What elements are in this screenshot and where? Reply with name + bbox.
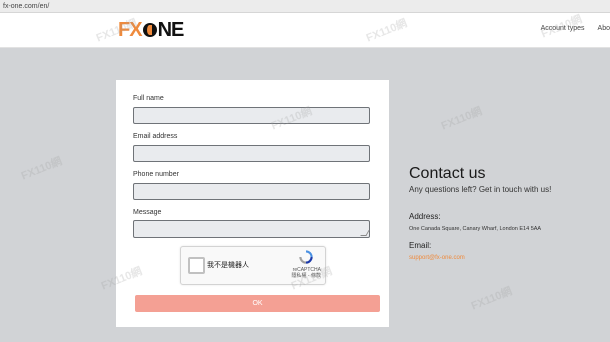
logo-ne-text: NE xyxy=(157,18,185,41)
recaptcha-privacy-links[interactable]: 隱私權 - 條款 xyxy=(292,273,321,279)
watermark: FX110網 xyxy=(469,285,514,313)
watermark: FX110網 xyxy=(19,155,64,183)
recaptcha-checkbox[interactable] xyxy=(188,257,205,274)
phone-input[interactable] xyxy=(133,183,370,200)
full-name-input[interactable] xyxy=(133,107,370,124)
contact-form: Full name Email address Phone number Mes… xyxy=(116,80,389,327)
email-info-label: Email: xyxy=(409,241,432,250)
nav-account-types[interactable]: Account types xyxy=(541,25,585,32)
recaptcha-widget: 我不是機器人 reCAPTCHA 隱私權 - 條款 xyxy=(180,246,326,285)
message-textarea[interactable] xyxy=(133,220,370,238)
recaptcha-label: 我不是機器人 xyxy=(207,262,249,269)
email-input[interactable] xyxy=(133,145,370,162)
full-name-label: Full name xyxy=(133,95,164,102)
logo-mark-icon xyxy=(142,23,157,37)
nav-about[interactable]: Abo xyxy=(598,25,610,32)
recaptcha-branding: reCAPTCHA 隱私權 - 條款 xyxy=(292,267,321,279)
watermark: FX110網 xyxy=(439,105,484,133)
phone-label: Phone number xyxy=(133,171,179,178)
message-label: Message xyxy=(133,209,162,216)
address-value: One Canada Square, Canary Wharf, London … xyxy=(409,226,542,232)
support-email-link[interactable]: support@fx-one.com xyxy=(409,255,465,261)
contact-info: Contact us Any questions left? Get in to… xyxy=(409,165,552,261)
email-label: Email address xyxy=(133,133,178,140)
address-bar[interactable]: fx-one.com/en/ xyxy=(0,0,610,13)
contact-subtitle: Any questions left? Get in touch with us… xyxy=(409,185,552,194)
ok-button[interactable]: OK xyxy=(135,295,380,312)
url-text: fx-one.com/en/ xyxy=(3,3,50,10)
logo-fx-text: FX xyxy=(118,18,143,41)
contact-title: Contact us xyxy=(409,165,486,182)
recaptcha-icon xyxy=(299,250,313,264)
site-header: FX NE Account types Abo xyxy=(0,13,610,48)
fxone-logo[interactable]: FX NE xyxy=(118,18,185,41)
top-nav: Account types Abo xyxy=(541,25,610,32)
address-label: Address: xyxy=(409,212,441,221)
resize-handle-icon[interactable] xyxy=(360,230,370,236)
